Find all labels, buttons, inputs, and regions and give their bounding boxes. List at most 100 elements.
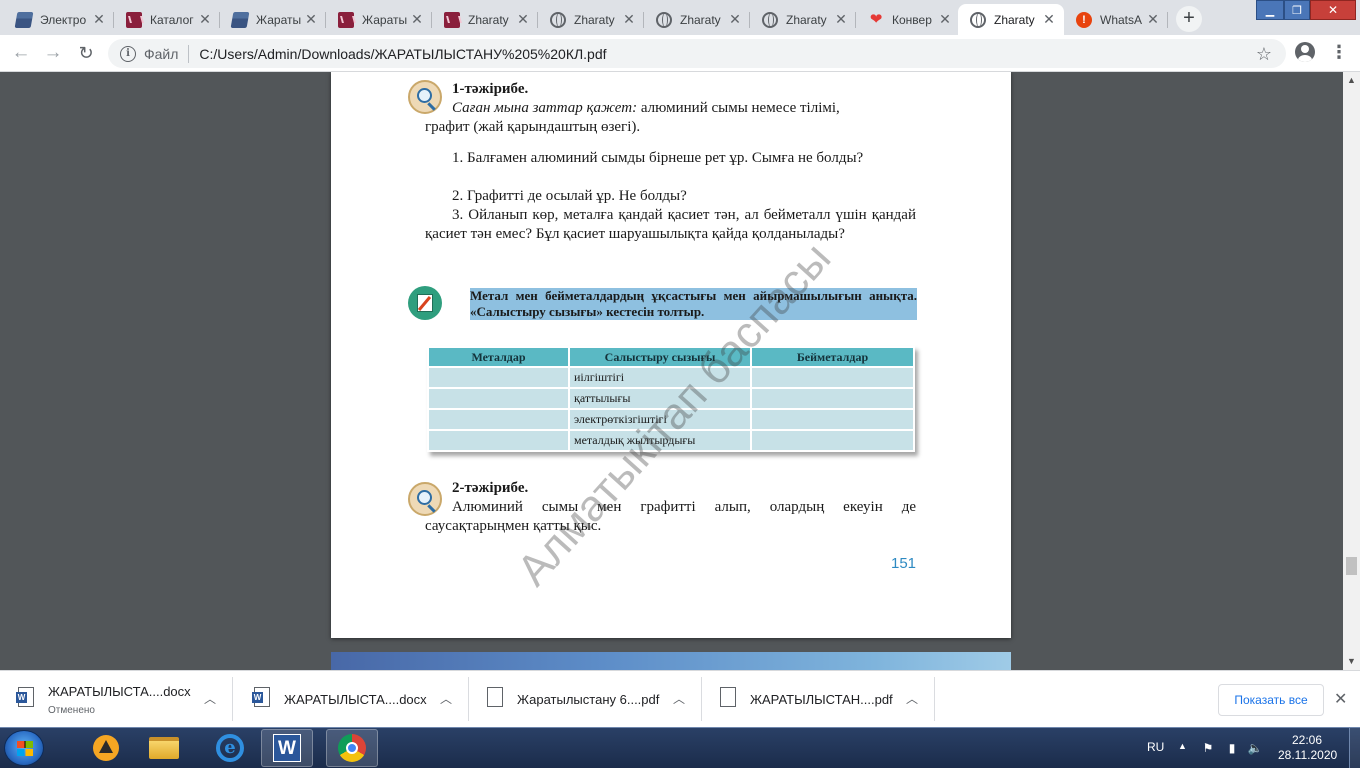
- tab-close-icon[interactable]: ✕: [304, 11, 318, 28]
- language-indicator[interactable]: RU: [1147, 740, 1164, 754]
- volume-icon[interactable]: 🔈: [1247, 740, 1263, 756]
- tab-title: Электро: [40, 12, 87, 27]
- close-download-shelf-icon[interactable]: ✕: [1334, 689, 1347, 709]
- scroll-up-icon[interactable]: ▲: [1343, 72, 1360, 89]
- address-bar[interactable]: i Файл C:/Users/Admin/Downloads/ЖАРАТЫЛЫ…: [108, 39, 1286, 68]
- windows-taskbar: e W RU ▲ ⚑ ▮ 🔈 22:06 28.11.2020: [0, 727, 1360, 768]
- table-header: Бейметалдар: [750, 346, 915, 368]
- avast-icon: [93, 735, 119, 761]
- tab-close-icon[interactable]: ✕: [622, 11, 636, 28]
- pdf-reader-icon: [338, 11, 354, 28]
- viewer-scrollbar[interactable]: ▲ ▼: [1343, 72, 1360, 670]
- task-pencil-icon: [408, 286, 442, 320]
- address-url[interactable]: C:/Users/Admin/Downloads/ЖАРАТЫЛЫСТАНУ%2…: [199, 46, 606, 62]
- start-button[interactable]: [4, 730, 44, 766]
- browser-tab[interactable]: ! WhatsA ✕: [1064, 4, 1168, 35]
- materials-text: алюминий сымы немесе тілімі,: [637, 100, 840, 116]
- show-all-downloads-button[interactable]: Показать все: [1218, 684, 1324, 716]
- taskbar-app-chrome[interactable]: [326, 729, 378, 767]
- globe-icon: [970, 11, 986, 28]
- tab-close-icon[interactable]: ✕: [92, 11, 106, 28]
- browser-tab-strip: Электро ✕ Каталог ✕ Жараты ✕ Жараты ✕ Zh…: [0, 0, 1360, 35]
- chrome-icon: [338, 734, 366, 762]
- clock-time: 22:06: [1291, 733, 1323, 747]
- globe-icon: [762, 11, 778, 28]
- account-avatar-icon[interactable]: [1295, 42, 1315, 62]
- browser-tab[interactable]: Электро ✕: [4, 4, 114, 35]
- download-shelf: ЖАРАТЫЛЫСТА....docx Отменено ︿ ЖАРАТЫЛЫС…: [0, 670, 1360, 727]
- book-icon: [230, 11, 250, 28]
- tab-title: Конвер: [892, 12, 932, 27]
- browser-tab[interactable]: ❤ Конвер ✕: [856, 4, 960, 35]
- browser-menu-icon[interactable]: ⋮: [1330, 43, 1348, 61]
- window-minimize-button[interactable]: ▁: [1256, 0, 1284, 20]
- browser-tab[interactable]: Zharaty ✕: [538, 4, 644, 35]
- bookmark-star-icon[interactable]: ☆: [1256, 44, 1272, 65]
- site-info-icon[interactable]: i: [120, 45, 136, 62]
- table-cell: [750, 387, 915, 410]
- clock[interactable]: 22:06 28.11.2020: [1278, 733, 1337, 763]
- heart-icon: ❤: [869, 10, 883, 28]
- chevron-up-icon[interactable]: ︿: [673, 690, 685, 707]
- download-item[interactable]: ЖАРАТЫЛЫСТА....docx Отменено ︿: [0, 677, 233, 721]
- experiment-1-title: 1-тәжірибе.: [452, 81, 529, 97]
- reload-button[interactable]: ↻: [73, 40, 99, 66]
- chevron-up-icon[interactable]: ︿: [204, 690, 216, 707]
- file-icon: [720, 687, 736, 707]
- tab-title: Zharaty: [574, 12, 615, 27]
- chevron-up-icon[interactable]: ︿: [906, 690, 918, 707]
- table-cell: [427, 387, 570, 410]
- network-icon[interactable]: ▮: [1224, 740, 1240, 756]
- scrollbar-thumb[interactable]: [1346, 557, 1357, 575]
- tab-close-icon[interactable]: ✕: [516, 11, 530, 28]
- pdf-viewer: 1-тәжірибе. Саған мына заттар қажет: алю…: [0, 72, 1360, 670]
- browser-tab[interactable]: Каталог ✕: [114, 4, 220, 35]
- tab-close-icon[interactable]: ✕: [938, 11, 952, 28]
- action-center-flag-icon[interactable]: ⚑: [1200, 740, 1216, 756]
- taskbar-app-ie[interactable]: e: [204, 729, 256, 767]
- tab-close-icon[interactable]: ✕: [410, 11, 424, 28]
- tab-close-icon[interactable]: ✕: [198, 11, 212, 28]
- scroll-down-icon[interactable]: ▼: [1343, 653, 1360, 670]
- experiment-1-step: 3. Ойланып көр, металға қандай қасиет тә…: [425, 207, 916, 242]
- tab-close-icon[interactable]: ✕: [728, 11, 742, 28]
- globe-icon: [550, 11, 566, 28]
- browser-tab[interactable]: Жараты ✕: [326, 4, 432, 35]
- tab-title: Zharaty: [468, 12, 509, 27]
- window-restore-button[interactable]: ❐: [1284, 0, 1310, 20]
- browser-tab[interactable]: Жараты ✕: [220, 4, 326, 35]
- table-header: Металдар: [427, 346, 570, 368]
- browser-tab[interactable]: Zharaty ✕: [432, 4, 538, 35]
- download-item[interactable]: Жаратылыстану 6....pdf ︿: [469, 677, 702, 721]
- tab-close-icon[interactable]: ✕: [1146, 11, 1160, 28]
- pdf-reader-icon: [444, 11, 460, 28]
- tray-expand-icon[interactable]: ▲: [1178, 741, 1187, 751]
- tab-title: Жараты: [362, 12, 408, 27]
- materials-label: Саған мына заттар қажет:: [452, 100, 638, 116]
- taskbar-app-word[interactable]: W: [261, 729, 313, 767]
- forward-button[interactable]: →: [40, 40, 66, 66]
- experiment-1-step: 1. Балғамен алюминий сымды бірнеше рет ұ…: [452, 150, 864, 166]
- taskbar-app-avast[interactable]: [80, 729, 132, 767]
- download-item[interactable]: ЖАРАТЫЛЫСТАН....pdf ︿: [702, 677, 935, 721]
- download-status: Отменено: [48, 705, 95, 716]
- taskbar-app-explorer[interactable]: [138, 729, 190, 767]
- browser-tab[interactable]: Zharaty ✕: [750, 4, 856, 35]
- new-tab-button[interactable]: +: [1176, 6, 1202, 32]
- table-cell: [427, 408, 570, 431]
- task-highlighted-text: Метал мен бейметалдардың ұқсастығы мен а…: [470, 288, 917, 320]
- tab-close-icon[interactable]: ✕: [834, 11, 848, 28]
- browser-tab-active[interactable]: Zharaty ✕: [958, 4, 1064, 35]
- show-desktop-button[interactable]: [1349, 728, 1360, 768]
- page-number: 151: [891, 555, 917, 572]
- browser-tab[interactable]: Zharaty ✕: [644, 4, 750, 35]
- download-filename: ЖАРАТЫЛЫСТА....docx: [48, 684, 191, 699]
- table-cell: [427, 429, 570, 452]
- next-pdf-page: [331, 652, 1011, 670]
- back-button[interactable]: ←: [8, 40, 34, 66]
- chevron-up-icon[interactable]: ︿: [440, 690, 452, 707]
- download-item[interactable]: ЖАРАТЫЛЫСТА....docx ︿: [236, 677, 469, 721]
- tab-close-icon[interactable]: ✕: [1042, 11, 1056, 28]
- window-close-button[interactable]: ✕: [1310, 0, 1356, 20]
- experiment-1-step: 2. Графитті де осылай ұр. Не болды?: [452, 188, 687, 204]
